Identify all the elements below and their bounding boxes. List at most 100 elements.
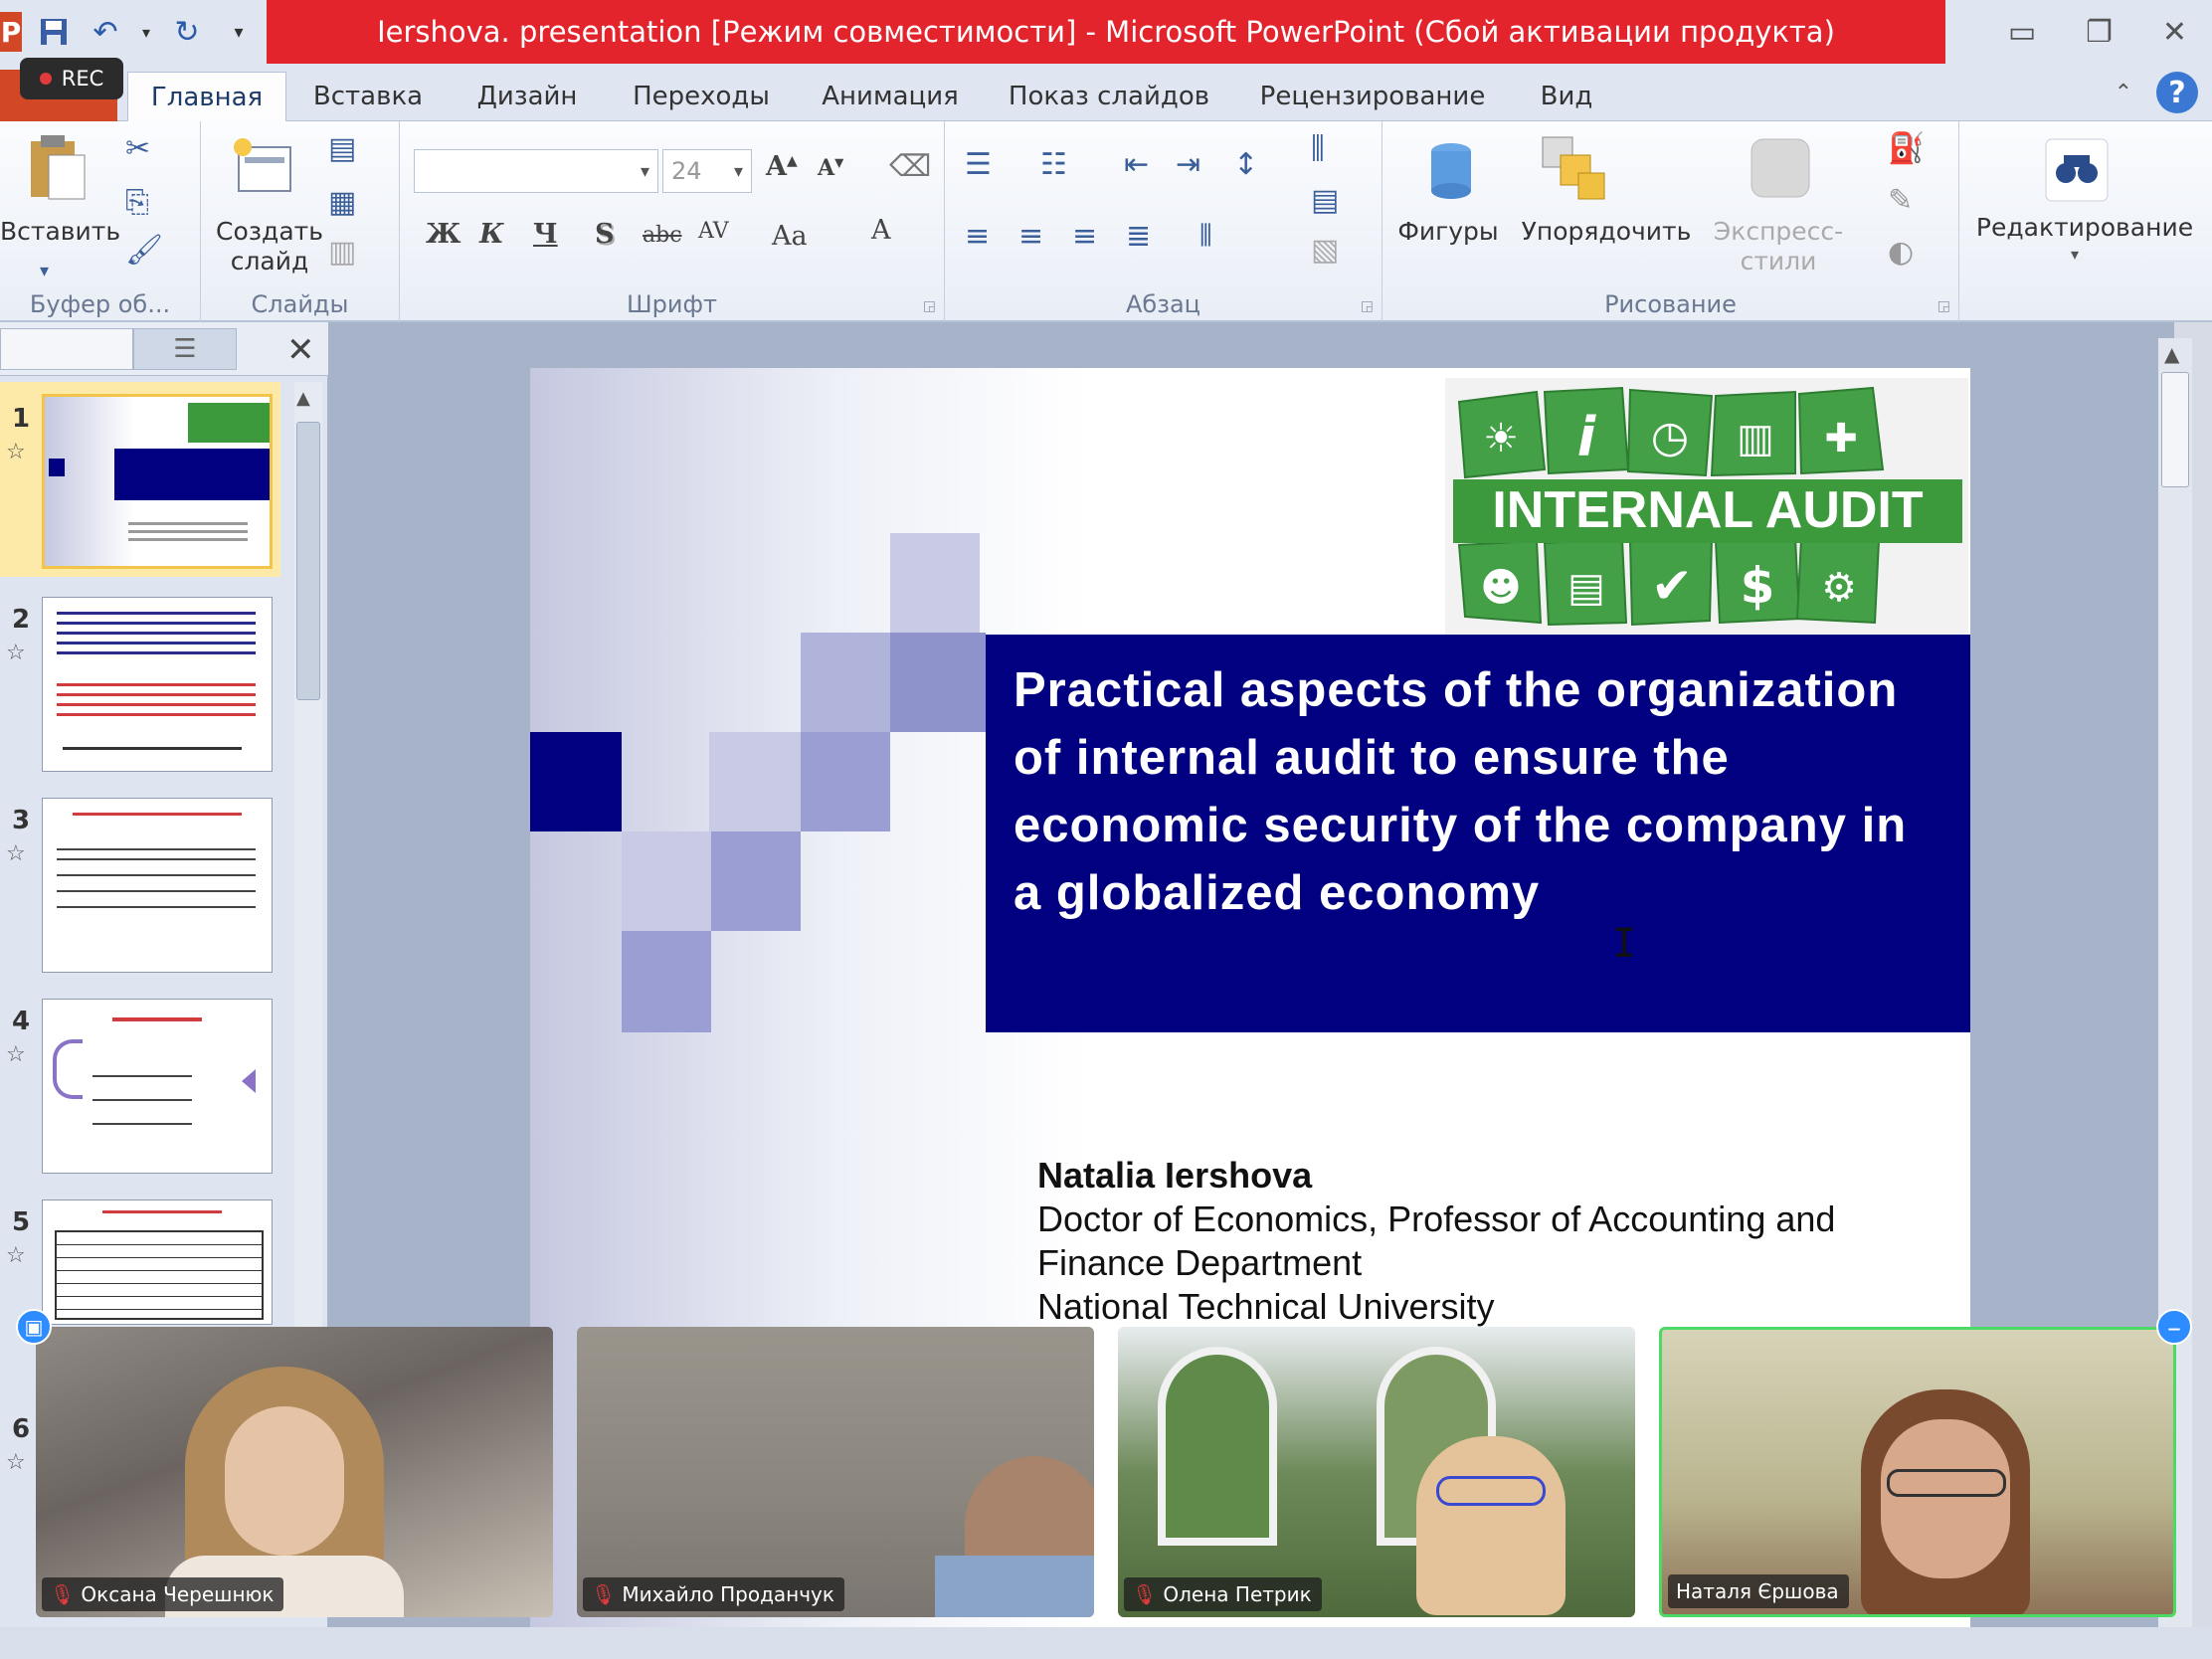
align-right-icon[interactable]: ≡ [1072, 219, 1097, 254]
restore-icon[interactable]: ❐ [2086, 15, 2113, 50]
new-slide-button[interactable]: Создать слайд [215, 217, 324, 276]
slide-thumbnail-3[interactable] [42, 798, 273, 973]
slide-thumbnail-2[interactable] [42, 597, 273, 772]
new-slide-icon[interactable] [231, 137, 294, 197]
shadow-button[interactable]: S [595, 219, 615, 250]
slides-panel-scrollbar[interactable]: ▲ [294, 382, 322, 1337]
save-icon[interactable] [34, 12, 74, 52]
paste-button[interactable]: Вставить [0, 217, 120, 247]
editing-button[interactable]: Редактирование [1965, 213, 2204, 243]
tab-review[interactable]: Рецензирование [1253, 72, 1492, 121]
quick-styles-button[interactable]: Экспресс-стили [1679, 217, 1878, 276]
undo-icon[interactable]: ↶ [86, 12, 125, 52]
paste-icon[interactable] [22, 133, 92, 203]
align-text-icon[interactable]: ▤ [1311, 183, 1339, 218]
font-family-combo[interactable]: ▾ [414, 149, 658, 193]
animation-star-icon: ☆ [6, 1243, 26, 1268]
video-tile-active-speaker[interactable]: Наталя Єршова [1659, 1327, 2176, 1617]
text-direction-icon[interactable]: ⫼ [1311, 131, 1325, 166]
redo-icon[interactable]: ↻ [167, 12, 207, 52]
scroll-up-icon[interactable]: ▲ [296, 388, 310, 409]
video-tile[interactable]: 🎙 Оксана Черешнюк [36, 1327, 553, 1617]
align-left-icon[interactable]: ≡ [965, 219, 990, 254]
scroll-thumb[interactable] [296, 422, 320, 700]
quick-styles-icon[interactable] [1741, 133, 1820, 203]
gallery-view-icon[interactable]: ▣ [16, 1309, 52, 1345]
slide-thumbnail-1[interactable] [42, 394, 273, 569]
dollar-icon: $ [1741, 557, 1775, 615]
paragraph-dialog-launcher-icon[interactable]: ◲ [1361, 298, 1374, 314]
quick-access-toolbar: P ↶ ▾ ↻ ▾ [0, 0, 267, 64]
shape-fill-icon[interactable]: ⛽ [1888, 131, 1925, 166]
tab-slideshow[interactable]: Показ слайдов [1005, 72, 1213, 121]
animation-star-icon: ☆ [6, 1042, 26, 1067]
powerpoint-logo-icon[interactable]: P [0, 12, 22, 52]
underline-button[interactable]: Ч [533, 219, 558, 250]
shapes-icon[interactable] [1410, 133, 1490, 203]
video-tile[interactable]: 🎙 Олена Петрик [1118, 1327, 1635, 1617]
slide-number: 3 [12, 806, 31, 835]
shapes-button[interactable]: Фигуры [1388, 217, 1508, 247]
tab-transitions[interactable]: Переходы [617, 72, 786, 121]
outline-tab-icon[interactable]: ☰ [133, 328, 237, 370]
change-case-button[interactable]: Aa [772, 221, 808, 252]
find-icon[interactable] [2037, 135, 2117, 205]
font-dialog-launcher-icon[interactable]: ◲ [923, 298, 936, 314]
line-spacing-icon[interactable]: ↕ [1233, 147, 1258, 182]
panel-close-icon[interactable]: ✕ [286, 330, 315, 370]
char-spacing-button[interactable]: AV [698, 219, 729, 244]
strikethrough-button[interactable]: abc [643, 223, 682, 248]
section-icon[interactable]: ▥ [328, 235, 356, 270]
smartart-icon[interactable]: ▧ [1311, 233, 1339, 268]
scroll-thumb[interactable] [2161, 372, 2189, 487]
cut-icon[interactable]: ✂ [125, 131, 150, 166]
shape-outline-icon[interactable]: ✎ [1888, 183, 1913, 218]
ribbon-tabs: Главная Вставка Дизайн Переходы Анимация… [0, 64, 2212, 121]
slide-thumbnail-4[interactable] [42, 999, 273, 1174]
italic-button[interactable]: К [479, 219, 504, 250]
help-icon[interactable]: ? [2156, 72, 2198, 113]
close-icon[interactable]: ✕ [2162, 15, 2187, 50]
align-center-icon[interactable]: ≡ [1018, 219, 1043, 254]
font-size-combo[interactable]: 24 ▾ [662, 149, 752, 193]
numbering-icon[interactable]: ☷ [1040, 147, 1067, 182]
bold-button[interactable]: Ж [426, 219, 461, 250]
layout-icon[interactable]: ▤ [328, 131, 356, 166]
slide-thumbnail-5[interactable] [42, 1199, 273, 1325]
tab-animation[interactable]: Анимация [806, 72, 975, 121]
tab-home[interactable]: Главная [127, 72, 286, 121]
tab-view[interactable]: Вид [1522, 72, 1611, 121]
reset-icon[interactable]: ▦ [328, 185, 356, 220]
participant-label: 🎙 Михайло Проданчук [583, 1577, 844, 1611]
increase-indent-icon[interactable]: ⇥ [1176, 147, 1200, 182]
title-bar: P ↶ ▾ ↻ ▾ Iershova. presentation [Режим … [0, 0, 2212, 64]
format-painter-icon[interactable]: 🖌 [125, 233, 163, 268]
arrange-icon[interactable] [1534, 133, 1613, 203]
minimize-icon[interactable]: ▭ [2008, 15, 2036, 50]
clear-format-icon[interactable]: ⌫ [889, 149, 931, 184]
shrink-font-icon[interactable]: A▼ [818, 155, 843, 181]
editing-dropdown-icon[interactable]: ▾ [2071, 245, 2079, 264]
justify-icon[interactable]: ≣ [1126, 219, 1151, 254]
grow-font-icon[interactable]: A▲ [766, 151, 798, 182]
drawing-dialog-launcher-icon[interactable]: ◲ [1937, 298, 1950, 314]
font-color-button[interactable]: A [871, 215, 891, 246]
scroll-up-icon[interactable]: ▲ [2164, 342, 2179, 366]
author-block[interactable]: Natalia Iershova Doctor of Economics, Pr… [1037, 1154, 1952, 1329]
copy-icon[interactable]: ⎘ [125, 185, 149, 220]
participant-name: Оксана Черешнюк [81, 1582, 275, 1606]
bullets-icon[interactable]: ☰ [965, 147, 992, 182]
paste-dropdown-icon[interactable]: ▾ [40, 261, 49, 281]
minimize-ribbon-icon[interactable]: ⌃ [2115, 81, 2132, 105]
minimize-videos-icon[interactable]: – [2156, 1309, 2192, 1345]
slide-title[interactable]: Practical aspects of the organization of… [1014, 656, 1938, 927]
customize-toolbar-icon[interactable]: ▾ [219, 12, 259, 52]
video-tile[interactable]: 🎙 Михайло Проданчук [577, 1327, 1094, 1617]
tab-design[interactable]: Дизайн [458, 72, 597, 121]
decrease-indent-icon[interactable]: ⇤ [1124, 147, 1149, 182]
slides-tab[interactable] [0, 328, 133, 370]
columns-icon[interactable]: ⫴ [1199, 219, 1212, 254]
tab-insert[interactable]: Вставка [298, 72, 438, 121]
shape-effects-icon[interactable]: ◐ [1888, 235, 1914, 270]
undo-dropdown-icon[interactable]: ▾ [137, 12, 155, 52]
